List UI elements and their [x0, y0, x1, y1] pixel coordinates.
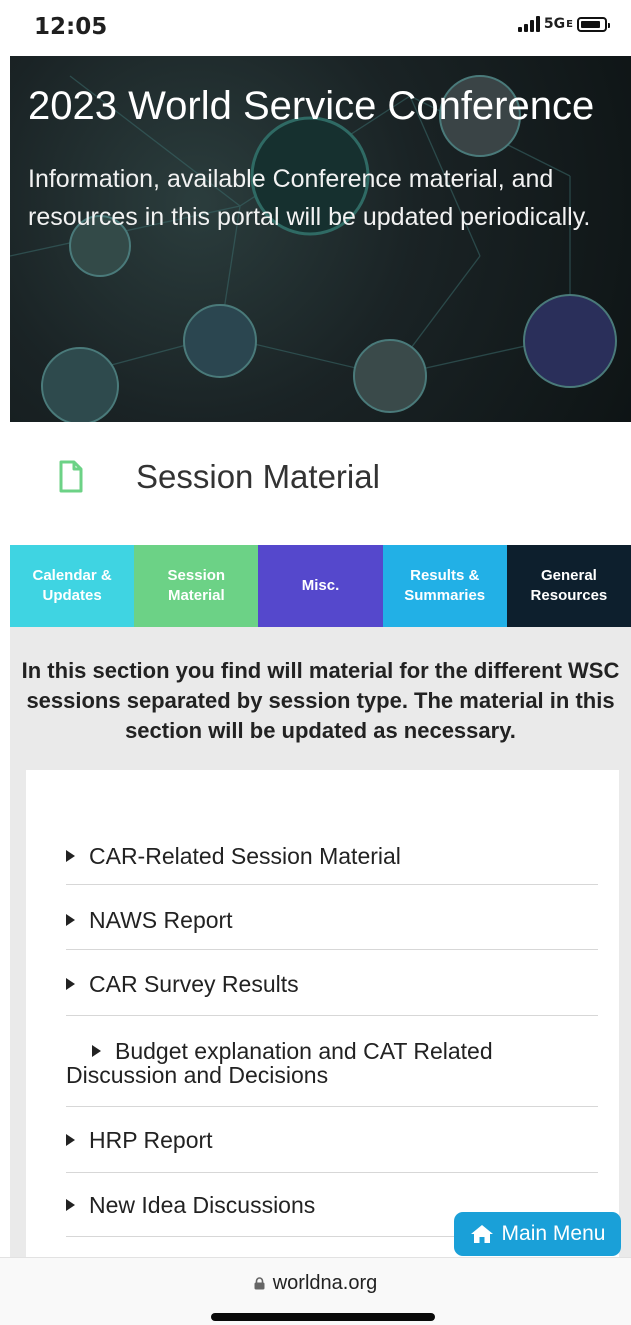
browser-address-bar: worldna.org	[0, 1257, 631, 1325]
tab-calendar-updates[interactable]: Calendar & Updates	[10, 545, 135, 627]
divider	[66, 1172, 598, 1173]
divider	[66, 1106, 598, 1107]
main-menu-label: Main Menu	[501, 1222, 606, 1245]
tab-session-material[interactable]: Session Material	[134, 545, 259, 627]
document-icon	[59, 460, 83, 493]
tab-general-resources[interactable]: General Resources	[506, 545, 631, 627]
list-item-naws-report[interactable]: NAWS Report	[66, 908, 598, 932]
home-icon	[470, 1225, 493, 1243]
home-indicator[interactable]	[211, 1313, 435, 1321]
main-menu-button[interactable]: Main Menu	[454, 1212, 621, 1256]
section-title: Session Material	[136, 458, 380, 495]
section-tabs: Calendar & Updates Session Material Misc…	[10, 545, 631, 627]
signal-icon	[517, 16, 540, 32]
divider	[66, 884, 598, 885]
caret-right-icon	[66, 977, 75, 990]
hero-banner: 2023 World Service Conference Informatio…	[10, 56, 631, 422]
status-time: 12:05	[34, 14, 108, 40]
list-item-budget-explanation[interactable]: Budget explanation and CAT Related Discu…	[66, 1039, 598, 1087]
hero-title: 2023 World Service Conference	[28, 84, 595, 128]
divider	[66, 1015, 598, 1016]
status-bar: 12:05 5G E	[0, 0, 631, 56]
divider	[66, 949, 598, 950]
tab-misc[interactable]: Misc.	[258, 545, 383, 627]
status-indicators: 5G E	[517, 16, 610, 32]
network-type: 5G	[543, 16, 566, 32]
caret-right-icon	[66, 1133, 75, 1146]
hero-description: Information, available Conference materi…	[28, 165, 591, 231]
section-header: Session Material	[58, 458, 380, 496]
caret-right-icon	[66, 913, 75, 926]
list-item-car-survey[interactable]: CAR Survey Results	[66, 972, 598, 996]
caret-right-icon	[92, 1044, 101, 1057]
network-suffix: E	[566, 18, 573, 30]
material-list-card: CAR-Related Session Material NAWS Report…	[26, 770, 619, 1257]
list-item-car-related[interactable]: CAR-Related Session Material	[66, 844, 598, 868]
caret-right-icon	[66, 849, 75, 862]
caret-right-icon	[66, 1198, 75, 1211]
url-text: worldna.org	[272, 1272, 378, 1294]
battery-icon	[577, 16, 610, 32]
list-item-hrp-report[interactable]: HRP Report	[66, 1128, 598, 1152]
url-display[interactable]: worldna.org	[0, 1272, 631, 1295]
tab-results-summaries[interactable]: Results & Summaries	[382, 545, 507, 627]
section-intro: In this section you find will material f…	[21, 658, 620, 743]
lock-icon	[254, 1277, 265, 1290]
